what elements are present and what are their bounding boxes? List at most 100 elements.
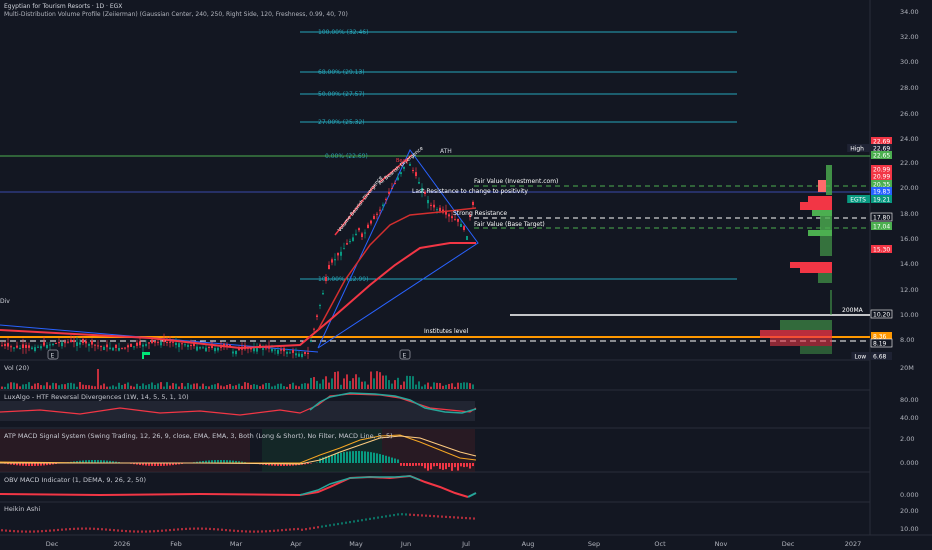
volume-bar xyxy=(202,383,204,389)
volume-bar xyxy=(370,371,372,389)
ha-candle xyxy=(73,527,75,530)
candle-body xyxy=(346,243,348,245)
div-label: Div xyxy=(0,298,10,305)
volume-bar xyxy=(214,384,216,389)
volume-bar xyxy=(313,377,315,389)
candle-body xyxy=(460,224,462,227)
pane-axis-label: 40.00 xyxy=(900,414,919,422)
candle-body xyxy=(250,348,252,350)
volume-bar xyxy=(157,383,159,389)
macd-bar xyxy=(376,453,378,463)
candle-body xyxy=(13,347,15,349)
ha-candle xyxy=(177,528,179,531)
volume-bar xyxy=(121,384,123,389)
volume-bar xyxy=(307,383,309,389)
ma200-label: 200MA xyxy=(842,307,864,314)
pane-axis-label: 2.00 xyxy=(900,435,914,443)
volume-bar xyxy=(109,386,111,389)
time-tick-label: Mar xyxy=(230,540,243,548)
macd-bar xyxy=(463,463,465,468)
volume-bar xyxy=(256,384,258,389)
price-badge-text: 19.83 xyxy=(873,189,890,196)
volume-bar xyxy=(445,384,447,389)
candle-body xyxy=(274,349,276,351)
candle-body xyxy=(349,241,351,243)
ha-candle xyxy=(237,529,239,533)
ha-candle xyxy=(285,528,287,531)
candle-body xyxy=(205,347,207,352)
volume-bar xyxy=(142,383,144,389)
candle-body xyxy=(418,182,420,184)
volume-bar xyxy=(79,382,81,389)
ha-candle xyxy=(453,516,455,519)
volume-bar xyxy=(154,385,156,389)
volume-bar xyxy=(421,386,423,389)
volume-bar xyxy=(418,381,420,389)
volume-bar xyxy=(322,379,324,389)
volume-bar xyxy=(22,384,24,389)
candle-body xyxy=(235,350,237,355)
candle-body xyxy=(304,351,306,354)
candle-body xyxy=(343,248,345,250)
ha-candle xyxy=(461,516,463,519)
ha-candle xyxy=(401,513,403,516)
macd-bar xyxy=(448,463,450,467)
candle-body xyxy=(187,344,189,347)
macd-bar xyxy=(457,463,459,471)
candle-body xyxy=(217,347,219,351)
candle-body xyxy=(145,344,147,346)
price-badge-text: 20.99 xyxy=(873,174,890,181)
chart-canvas[interactable]: 100.00% (32.46) 68.00% (29.13) 50.00% (2… xyxy=(0,0,932,550)
ha-candle xyxy=(97,527,99,531)
ha-candle xyxy=(437,515,439,518)
time-tick-label: 2026 xyxy=(114,540,131,548)
candle-body xyxy=(169,341,171,343)
macd-bar xyxy=(424,463,426,469)
macd-bar xyxy=(388,456,390,463)
volume-bar xyxy=(133,386,135,389)
volume-bar xyxy=(292,382,294,389)
vol-pane-label[interactable]: Vol (20) xyxy=(4,364,29,372)
volume-bar xyxy=(145,385,147,389)
candle-body xyxy=(52,343,54,346)
ha-candle xyxy=(9,529,11,532)
price-badge-text: 19.21 xyxy=(873,197,890,204)
volume-bar xyxy=(325,376,327,389)
candle-body xyxy=(79,342,81,345)
ha-candle xyxy=(465,516,467,520)
ha-candle xyxy=(433,515,435,518)
time-tick-label: May xyxy=(349,540,363,548)
price-axis: 34.00 32.00 30.00 28.00 26.00 24.00 22.00 20.00… xyxy=(900,8,919,533)
pane-axis-label: 0.000 xyxy=(900,459,919,467)
volume-bar xyxy=(196,383,198,389)
ha-candle xyxy=(273,529,275,532)
volume-bar xyxy=(94,386,96,389)
candle-body xyxy=(190,345,192,347)
volume-bar xyxy=(19,386,21,389)
candle-body xyxy=(214,347,216,352)
volume-bar xyxy=(310,377,312,389)
volume-bar xyxy=(412,376,414,389)
ha-candle xyxy=(193,527,195,530)
macd-bar xyxy=(349,451,351,463)
volume-bar xyxy=(55,383,57,389)
candle-body xyxy=(277,350,279,354)
candle-body xyxy=(61,342,63,347)
ha-candle xyxy=(421,514,423,517)
ha-pane-label[interactable]: Heikin Ashi xyxy=(4,505,40,513)
volume-bar xyxy=(139,386,141,389)
ha-candle xyxy=(125,529,127,533)
ha-candle xyxy=(25,530,27,533)
volume-bar xyxy=(283,386,285,389)
macd-bar xyxy=(418,463,420,466)
volume-bar xyxy=(463,382,465,389)
obv-pane-label[interactable]: OBV MACD Indicator (1, DEMA, 9, 26, 2, 5… xyxy=(4,476,146,484)
ha-candle xyxy=(257,530,259,533)
volume-bar xyxy=(403,381,405,389)
candle-body xyxy=(58,342,60,344)
candle-body xyxy=(7,343,9,347)
ha-candle xyxy=(105,528,107,531)
lux-pane-label[interactable]: LuxAlgo - HTF Reversal Divergences (1W, … xyxy=(4,393,189,401)
candle-body xyxy=(124,347,126,349)
macd-pane-label[interactable]: ATP MACD Signal System (Swing Trading, 1… xyxy=(4,432,393,440)
